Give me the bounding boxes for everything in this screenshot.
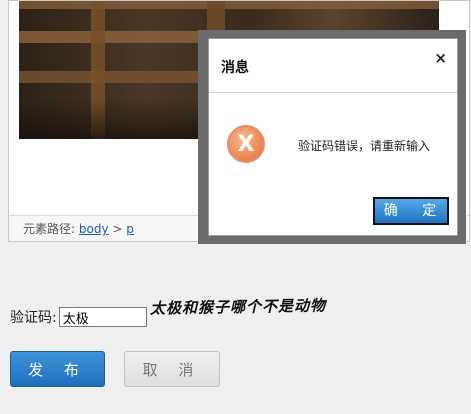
path-link-body[interactable]: body: [79, 222, 109, 236]
dialog-header: 消息 ×: [209, 39, 457, 93]
dialog-title: 消息: [221, 60, 249, 76]
message-dialog: 消息 × X 验证码错误，请重新输入 确 定: [208, 38, 458, 236]
cancel-button[interactable]: 取 消: [124, 351, 220, 387]
path-link-p[interactable]: p: [126, 222, 134, 236]
dialog-message: 验证码错误，请重新输入: [298, 139, 431, 153]
publish-button[interactable]: 发 布: [10, 351, 105, 387]
captcha-label: 验证码:: [10, 310, 57, 326]
captcha-question: 太极和猴子哪个不是动物: [149, 296, 327, 318]
close-icon[interactable]: ×: [434, 49, 447, 67]
ok-button[interactable]: 确 定: [373, 197, 449, 225]
captcha-input[interactable]: [58, 307, 147, 327]
element-path-label: 元素路径:: [23, 222, 76, 236]
path-separator: >: [112, 222, 123, 236]
error-x-icon: X: [227, 125, 265, 163]
captcha-row: 验证码:: [10, 305, 147, 329]
